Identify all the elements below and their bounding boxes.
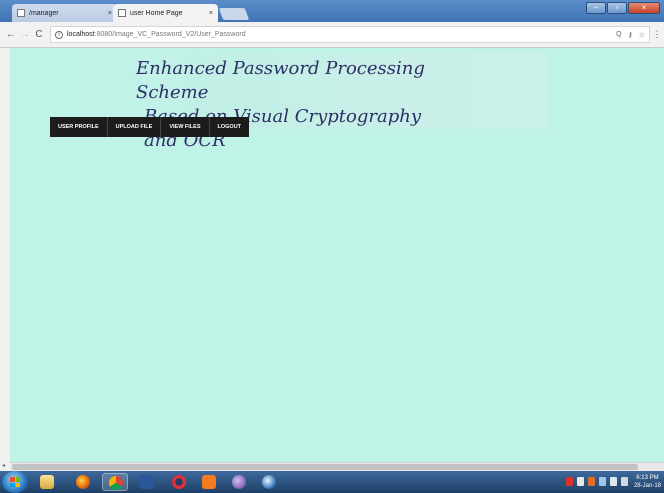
horizontal-scrollbar[interactable] [10,462,664,471]
taskbar-word[interactable] [134,473,160,491]
eclipse-icon [232,475,246,489]
flag-tray-icon[interactable] [599,477,606,486]
taskbar-g-app[interactable] [196,473,222,491]
word-icon [140,475,154,489]
page-title: Enhanced Password Processing Scheme Base… [134,57,454,153]
minimize-button[interactable]: – [586,2,606,14]
taskbar-clock[interactable]: 6:13 PM 28-Jan-18 [634,474,661,490]
menu-upload-file[interactable]: UPLOAD FILE [108,117,162,137]
firefox-icon [76,475,90,489]
page-icon [17,9,25,17]
tab-user-home[interactable]: user Home Page × [113,4,218,22]
url-path: :8080/Image_VC_Password_V2/User_Password [94,31,246,38]
reload-icon[interactable]: C [32,29,46,40]
forward-icon[interactable]: → [18,29,32,40]
g-app-icon [202,475,216,489]
info-icon[interactable]: i [55,30,63,39]
clock-date: 28-Jan-18 [633,483,661,489]
app-tray-icon[interactable] [588,477,595,486]
window-controls: – ▫ × [586,2,660,14]
usb-tray-icon[interactable] [577,477,584,486]
taskbar-explorer[interactable] [34,473,60,491]
network-tray-icon[interactable] [621,477,628,486]
taskbar-opera[interactable] [166,473,192,491]
page-icon [118,9,126,17]
title-line-1: Enhanced Password Processing Scheme [136,58,425,103]
tab-manager[interactable]: /manager × [12,4,117,22]
new-tab-button[interactable] [218,8,250,20]
zoom-icon[interactable]: Q [616,31,621,39]
close-icon[interactable]: × [209,10,213,17]
windows-logo-icon [10,477,20,487]
system-tray [566,477,628,486]
back-icon[interactable]: ← [4,29,18,40]
address-bar[interactable]: i localhost :8080/Image_VC_Password_V2/U… [50,26,650,43]
window-left-border [0,48,10,471]
key-icon[interactable]: ⚷ [628,31,633,39]
close-window-button[interactable]: × [628,2,660,14]
browser-menu-icon[interactable]: ⋮ [650,29,664,40]
browser-tab-strip: /manager × user Home Page × – ▫ × [0,0,664,22]
scroll-left-icon[interactable]: ◂ [2,462,5,469]
browser-toolbar: ← → C i localhost :8080/Image_VC_Passwor… [0,22,664,48]
pdf-tray-icon[interactable] [566,477,573,486]
bookmark-star-icon[interactable]: ☆ [639,31,645,39]
chrome-icon [109,476,123,490]
url-host: localhost [67,31,95,38]
menu-view-files[interactable]: VIEW FILES [161,117,210,137]
page-viewport: Enhanced Password Processing Scheme Base… [10,48,664,462]
tab-label: user Home Page [130,9,183,17]
close-icon[interactable]: × [108,10,112,17]
start-button[interactable] [2,471,28,493]
tab-label: /manager [29,9,59,17]
scrollbar-thumb[interactable] [12,464,638,470]
menu-user-profile[interactable]: USER PROFILE [50,117,108,137]
main-menu: USER PROFILE UPLOAD FILE VIEW FILES LOGO… [50,117,250,137]
menu-logout[interactable]: LOGOUT [210,117,250,137]
taskbar-eclipse[interactable] [226,473,252,491]
maximize-button[interactable]: ▫ [607,2,627,14]
taskbar-chrome[interactable] [102,473,128,491]
opera-icon [172,475,186,489]
volume-tray-icon[interactable] [610,477,617,486]
windows-taskbar: 6:13 PM 28-Jan-18 [0,471,664,493]
clock-time: 6:13 PM [636,475,659,481]
taskbar-firefox[interactable] [70,473,96,491]
network-icon [262,475,276,489]
taskbar-network[interactable] [256,473,282,491]
folder-icon [40,475,54,489]
